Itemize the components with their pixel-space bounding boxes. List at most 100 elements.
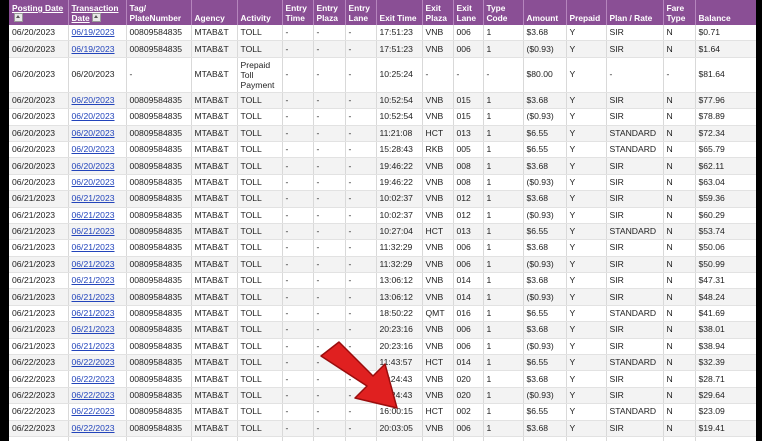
cell-prepaid: Y: [566, 420, 607, 437]
cell-entry-time: -: [282, 25, 314, 42]
cell-posting-date: 06/21/2023: [9, 338, 69, 356]
table-row: 06/22/202306/22/202300809584835MTAB&TTOL…: [9, 436, 756, 441]
transaction-date-link[interactable]: 06/20/2023: [72, 128, 115, 138]
col-transaction-date[interactable]: Transaction Date: [68, 0, 127, 25]
cell-agency: MTAB&T: [191, 436, 238, 441]
cell-tag: 00809584835: [126, 40, 192, 58]
cell-entry-time: -: [282, 338, 314, 356]
col-posting-date[interactable]: Posting Date: [9, 0, 69, 25]
cell-tag: 00809584835: [126, 370, 192, 388]
transaction-date-link[interactable]: 06/22/2023: [72, 374, 115, 384]
cell-exit-lane: 006: [453, 40, 484, 58]
cell-prepaid: Y: [566, 25, 607, 42]
cell-posting-date: 06/20/2023: [9, 125, 69, 142]
cell-fare-type: N: [663, 157, 696, 175]
cell-agency: MTAB&T: [191, 387, 238, 405]
cell-posting-date: 06/20/2023: [9, 157, 69, 175]
cell-prepaid: Y: [566, 239, 607, 257]
sort-icon[interactable]: [91, 13, 101, 22]
transaction-date-link[interactable]: 06/21/2023: [72, 308, 115, 318]
transaction-date-link[interactable]: 06/21/2023: [72, 193, 115, 203]
transaction-date-link[interactable]: 06/20/2023: [72, 95, 115, 105]
cell-prepaid: Y: [566, 40, 607, 58]
cell-entry-plaza: -: [313, 141, 346, 159]
cell-type-code: -: [483, 57, 524, 93]
cell-type-code: 1: [483, 288, 524, 306]
table-body: 06/20/2023 06/19/2023 00809584835 MTAB&T TOL…: [9, 25, 756, 441]
cell-entry-plaza: -: [313, 57, 346, 93]
transaction-date-link[interactable]: 06/21/2023: [72, 275, 115, 285]
cell-type-code: 1: [483, 256, 524, 274]
cell-amount: $6.55: [523, 125, 567, 142]
cell-exit-time: 13:06:12: [376, 272, 423, 290]
cell-exit-plaza: VNB: [422, 436, 454, 441]
cell-entry-plaza: -: [313, 223, 346, 241]
cell-balance: $60.29: [695, 207, 756, 224]
cell-exit-time: 10:02:37: [376, 190, 423, 208]
cell-exit-time: 20:03:05: [376, 436, 423, 441]
cell-activity: TOLL: [237, 338, 283, 356]
transaction-date-link[interactable]: 06/22/2023: [72, 390, 115, 400]
transaction-date-link[interactable]: 06/21/2023: [72, 242, 115, 252]
cell-entry-plaza: -: [313, 108, 346, 126]
cell-activity: TOLL: [237, 125, 283, 142]
transaction-date-link[interactable]: 06/19/2023: [72, 44, 115, 54]
cell-fare-type: N: [663, 420, 696, 437]
cell-amount: ($0.93): [523, 387, 567, 405]
cell-prepaid: Y: [566, 436, 607, 441]
cell-amount: $80.00: [523, 57, 567, 93]
transaction-date-link[interactable]: 06/20/2023: [72, 177, 115, 187]
cell-tag: 00809584835: [126, 272, 192, 290]
cell-transaction-date: 06/22/2023: [68, 370, 127, 388]
cell-activity: TOLL: [237, 387, 283, 405]
cell-tag: 00809584835: [126, 223, 192, 241]
cell-activity: TOLL: [237, 370, 283, 388]
transaction-date-link[interactable]: 06/22/2023: [72, 406, 115, 416]
cell-amount: $6.55: [523, 354, 567, 372]
cell-exit-plaza: VNB: [422, 190, 454, 208]
transaction-date-link[interactable]: 06/21/2023: [72, 341, 115, 351]
sort-icon[interactable]: [14, 13, 23, 22]
cell-agency: MTAB&T: [191, 108, 238, 126]
cell-fare-type: N: [663, 272, 696, 290]
cell-amount: $3.68: [523, 272, 567, 290]
cell-entry-time: -: [282, 125, 314, 142]
cell-entry-plaza: -: [313, 25, 346, 42]
cell-plan-rate: STANDARD: [606, 125, 664, 142]
cell-balance: $62.11: [695, 157, 756, 175]
cell-agency: MTAB&T: [191, 321, 238, 339]
cell-agency: MTAB&T: [191, 174, 238, 192]
transaction-date-link[interactable]: 06/20/2023: [72, 161, 115, 171]
col-entry-time: Entry Time: [282, 0, 314, 25]
transaction-date-link[interactable]: 06/20/2023: [72, 144, 115, 154]
transaction-date-link[interactable]: 06/22/2023: [72, 423, 115, 433]
cell-entry-time: -: [282, 108, 314, 126]
table-row: 06/20/2023 06/20/2023- MTAB&T Prepaid Toll …: [9, 57, 756, 93]
cell-entry-plaza: -: [313, 370, 346, 388]
transaction-date-link[interactable]: 06/21/2023: [72, 292, 115, 302]
transaction-date-link[interactable]: 06/21/2023: [72, 259, 115, 269]
cell-type-code: 1: [483, 370, 524, 388]
cell-entry-plaza: -: [313, 288, 346, 306]
cell-transaction-date: 06/21/2023: [68, 321, 127, 339]
cell-tag: 00809584835: [126, 436, 192, 441]
cell-exit-lane: 006: [453, 239, 484, 257]
cell-tag: 00809584835: [126, 288, 192, 306]
cell-prepaid: Y: [566, 92, 607, 110]
transaction-date-link[interactable]: 06/21/2023: [72, 226, 115, 236]
cell-type-code: 1: [483, 174, 524, 192]
transaction-date-link[interactable]: 06/21/2023: [72, 324, 115, 334]
transaction-date-link[interactable]: 06/20/2023: [72, 111, 115, 121]
cell-tag: 00809584835: [126, 354, 192, 372]
cell-exit-lane: 012: [453, 207, 484, 224]
cell-exit-lane: 012: [453, 190, 484, 208]
transaction-date-link[interactable]: 06/22/2023: [72, 357, 115, 367]
cell-entry-lane: -: [345, 354, 377, 372]
cell-balance: $50.06: [695, 239, 756, 257]
cell-exit-time: 19:46:22: [376, 174, 423, 192]
transaction-date-link[interactable]: 06/19/2023: [72, 27, 115, 37]
transaction-date-link[interactable]: 06/21/2023: [72, 210, 115, 220]
cell-tag: 00809584835: [126, 239, 192, 257]
cell-agency: MTAB&T: [191, 354, 238, 372]
cell-entry-plaza: -: [313, 239, 346, 257]
